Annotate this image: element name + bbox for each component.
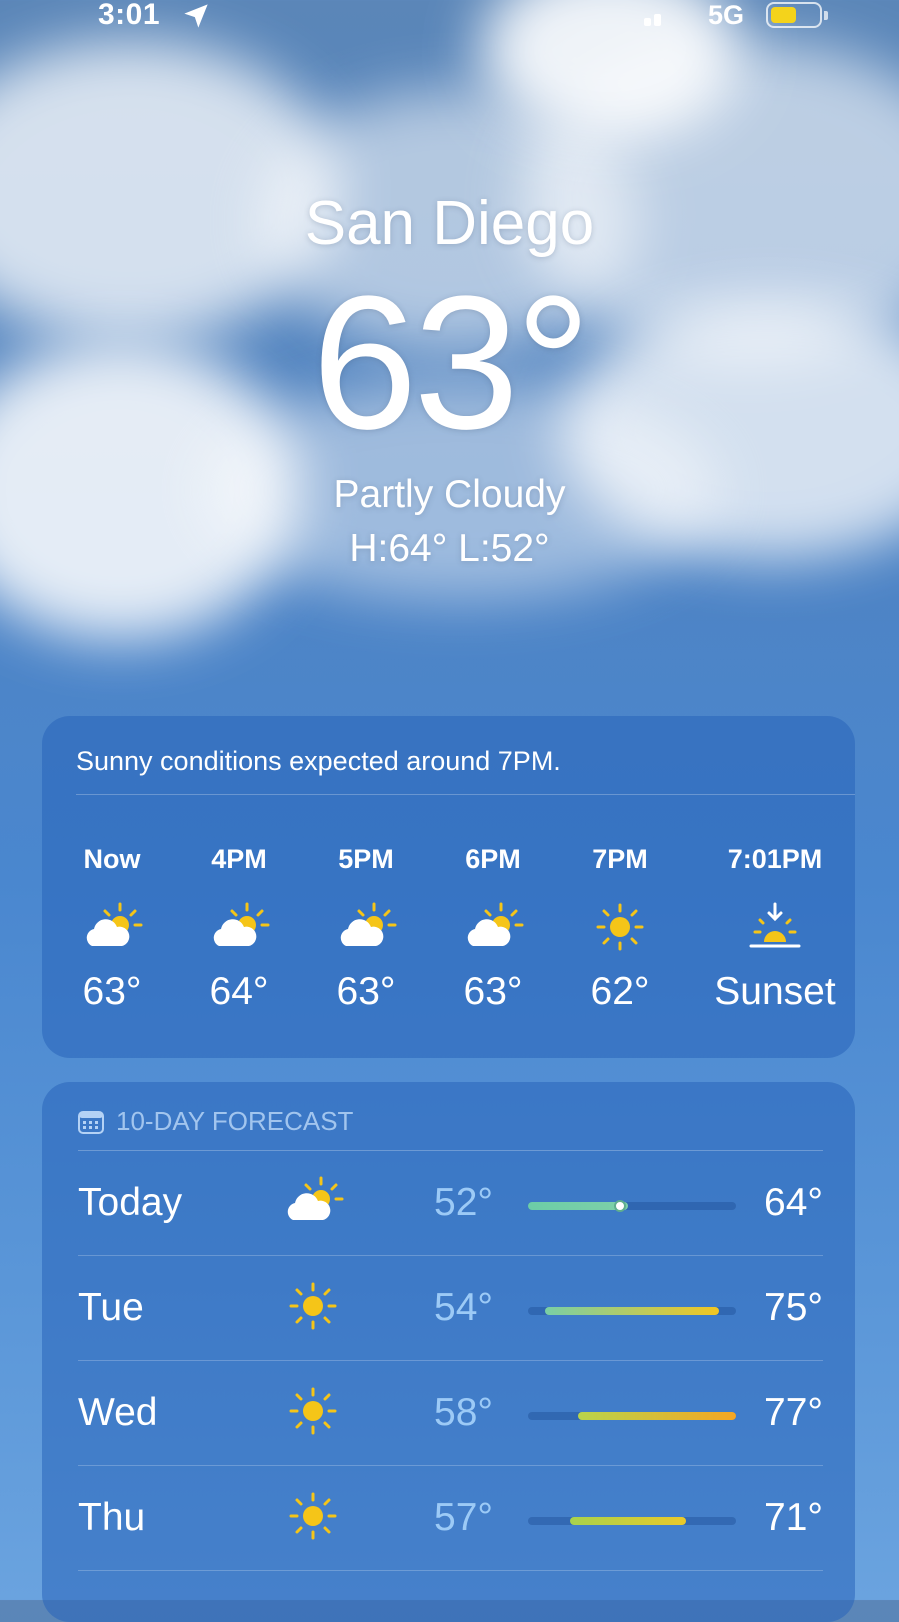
partly-cloudy-icon bbox=[428, 898, 558, 956]
temperature-range-fill bbox=[528, 1202, 628, 1210]
temperature-range-fill bbox=[544, 1307, 720, 1315]
forecast-high: 64° bbox=[764, 1181, 823, 1224]
hour-label: 5PM bbox=[338, 844, 394, 874]
current-temperature-marker bbox=[613, 1200, 626, 1212]
hour-item: 7:01PM Sunset bbox=[700, 844, 850, 1014]
divider bbox=[76, 794, 855, 795]
hour-item: 4PM 64° bbox=[174, 844, 304, 1014]
status-bar: 3:01 5G bbox=[0, 0, 899, 40]
sun-icon bbox=[278, 1488, 348, 1544]
hour-label: 7PM bbox=[592, 844, 648, 874]
hour-label: 7:01PM bbox=[727, 844, 823, 874]
location-arrow-icon bbox=[184, 4, 208, 28]
hour-item: 6PM 63° bbox=[428, 844, 558, 1014]
calendar-icon bbox=[78, 1110, 104, 1134]
temperature-range-bar bbox=[528, 1200, 736, 1212]
sun-icon bbox=[278, 1278, 348, 1334]
ten-day-forecast-card[interactable]: 10-DAY FORECAST Today 52° 64° Tue 54° 75… bbox=[42, 1082, 855, 1622]
hour-item: 7PM 62° bbox=[555, 844, 685, 1014]
network-type: 5G bbox=[708, 0, 745, 30]
forecast-row[interactable]: Tue 54° 75° bbox=[78, 1256, 823, 1361]
hour-temperature: 63° bbox=[336, 970, 396, 1013]
current-condition: Partly Cloudy bbox=[333, 473, 566, 516]
hour-temperature: 64° bbox=[209, 970, 269, 1013]
forecast-header: 10-DAY FORECAST bbox=[78, 1106, 353, 1137]
forecast-row[interactable]: Wed 58° 77° bbox=[78, 1361, 823, 1466]
hourly-summary: Sunny conditions expected around 7PM. bbox=[76, 746, 561, 776]
forecast-high: 77° bbox=[764, 1391, 823, 1434]
forecast-row[interactable]: Today 52° 64° bbox=[78, 1151, 823, 1256]
partly-cloudy-icon bbox=[174, 898, 304, 956]
hour-temperature: 63° bbox=[82, 970, 142, 1013]
hour-item: Now 63° bbox=[47, 844, 177, 1014]
forecast-low: 57° bbox=[434, 1496, 493, 1539]
hour-label: 4PM bbox=[211, 844, 267, 874]
sunset-icon bbox=[700, 898, 850, 956]
forecast-low: 52° bbox=[434, 1181, 493, 1224]
sun-icon bbox=[278, 1383, 348, 1439]
high-low-temperature: H:64° L:52° bbox=[349, 527, 550, 570]
city-name: San Diego bbox=[304, 189, 595, 258]
hour-temperature: 62° bbox=[590, 970, 650, 1013]
temperature-range-bar bbox=[528, 1412, 736, 1420]
hourly-forecast-card[interactable]: Sunny conditions expected around 7PM. No… bbox=[42, 716, 855, 1058]
hour-temperature: 63° bbox=[463, 970, 523, 1013]
sunset-label: Sunset bbox=[714, 970, 836, 1013]
hour-item: 5PM 63° bbox=[301, 844, 431, 1014]
temperature-range-fill bbox=[577, 1412, 736, 1420]
forecast-day: Tue bbox=[78, 1286, 144, 1329]
hour-label: Now bbox=[83, 844, 141, 874]
current-temperature: 63° bbox=[311, 257, 591, 469]
forecast-high: 71° bbox=[764, 1496, 823, 1539]
forecast-header-label: 10-DAY FORECAST bbox=[116, 1106, 354, 1136]
forecast-low: 58° bbox=[434, 1391, 493, 1434]
forecast-low: 54° bbox=[434, 1286, 493, 1329]
temperature-range-bar bbox=[528, 1517, 736, 1525]
forecast-day: Wed bbox=[78, 1391, 158, 1434]
status-time: 3:01 bbox=[98, 0, 161, 31]
divider bbox=[78, 1570, 823, 1571]
hour-label: 6PM bbox=[465, 844, 521, 874]
partly-cloudy-icon bbox=[278, 1173, 348, 1229]
forecast-day: Today bbox=[78, 1181, 183, 1224]
partly-cloudy-icon bbox=[301, 898, 431, 956]
forecast-day: Thu bbox=[78, 1496, 146, 1539]
temperature-range-bar bbox=[528, 1307, 736, 1315]
temperature-range-fill bbox=[569, 1517, 687, 1525]
battery-icon bbox=[766, 2, 828, 28]
partly-cloudy-icon bbox=[47, 898, 177, 956]
forecast-high: 75° bbox=[764, 1286, 823, 1329]
forecast-row[interactable]: Thu 57° 71° bbox=[78, 1466, 823, 1571]
sun-icon bbox=[555, 898, 685, 956]
